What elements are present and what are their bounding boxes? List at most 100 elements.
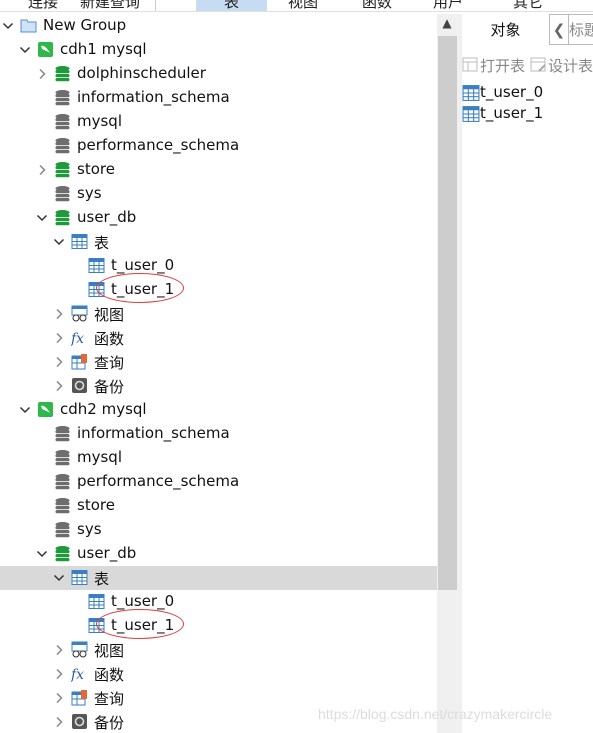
- tree-item[interactable]: 表: [0, 566, 437, 590]
- table-icon: [71, 569, 88, 586]
- tree-item[interactable]: performance_schema: [0, 470, 437, 494]
- table-icon: [71, 233, 88, 250]
- tree-item-label: information_schema: [77, 88, 230, 106]
- scrollbar-thumb[interactable]: [438, 36, 457, 590]
- tree-item-label: store: [77, 496, 115, 514]
- db-green-icon: [54, 65, 71, 82]
- toolbar-divider: [155, 0, 156, 11]
- tree-item[interactable]: 表: [0, 230, 437, 254]
- table-icon: [462, 105, 480, 122]
- chevron-right-icon[interactable]: [53, 308, 65, 320]
- chevron-right-icon[interactable]: [36, 164, 48, 176]
- tree-item[interactable]: sys: [0, 182, 437, 206]
- open-table-icon: [462, 57, 478, 72]
- chevron-right-icon[interactable]: [53, 332, 65, 344]
- tab-objects[interactable]: 对象: [462, 14, 549, 45]
- tree-item[interactable]: fx 函数: [0, 326, 437, 350]
- tree-item-label: 表: [94, 570, 110, 588]
- tree-item-label: 函数: [94, 330, 125, 348]
- db-gray-icon: [54, 113, 71, 130]
- db-green-icon: [54, 545, 71, 562]
- toolbar-other[interactable]: 其它: [513, 0, 543, 11]
- object-list-item[interactable]: t_user_1: [462, 102, 543, 124]
- tab-title[interactable]: 标题: [569, 14, 593, 45]
- chevron-down-icon[interactable]: [36, 212, 48, 224]
- mysql-connection-icon: [37, 41, 54, 58]
- chevron-right-icon[interactable]: [53, 356, 65, 368]
- tree-item[interactable]: store: [0, 494, 437, 518]
- tree-item[interactable]: 查询: [0, 350, 437, 374]
- function-icon: fx: [70, 665, 88, 683]
- tree-item[interactable]: user_db: [0, 542, 437, 566]
- tree-item[interactable]: cdh1 mysql: [0, 38, 437, 62]
- folder-icon: [20, 17, 37, 34]
- toolbar-view[interactable]: 视图: [288, 0, 318, 11]
- toolbar-function[interactable]: 函数: [362, 0, 392, 11]
- tree-item[interactable]: t_user_0: [0, 254, 437, 278]
- tree-item[interactable]: t_user_1: [0, 614, 437, 638]
- toolbar-table[interactable]: 表: [196, 0, 268, 11]
- toolbar-connect[interactable]: 连接: [28, 0, 58, 11]
- chevron-down-icon[interactable]: [2, 20, 14, 32]
- object-name: t_user_0: [480, 83, 544, 101]
- tree-item-label: performance_schema: [77, 136, 240, 154]
- toolbar-new-query[interactable]: 新建查询: [80, 0, 140, 11]
- tree-item[interactable]: cdh2 mysql: [0, 398, 437, 422]
- tree-item[interactable]: New Group: [0, 14, 437, 38]
- tree-item[interactable]: store: [0, 158, 437, 182]
- table-icon: [88, 593, 105, 610]
- open-table-button[interactable]: 打开表: [462, 55, 525, 76]
- chevron-right-icon[interactable]: [53, 644, 65, 656]
- tree-scrollbar[interactable]: ▲: [437, 14, 462, 733]
- tree-item[interactable]: t_user_0: [0, 590, 437, 614]
- tree-item-label: performance_schema: [77, 472, 240, 490]
- object-name: t_user_1: [480, 104, 544, 122]
- tree-item[interactable]: 备份: [0, 374, 437, 398]
- db-gray-icon: [54, 473, 71, 490]
- tree-item-label: 查询: [94, 354, 125, 372]
- tree-item-label: 视图: [94, 306, 125, 324]
- chevron-down-icon[interactable]: [19, 44, 31, 56]
- tree-item-label: 视图: [94, 642, 125, 660]
- tree-item[interactable]: sys: [0, 518, 437, 542]
- tree-item-label: 表: [94, 234, 110, 252]
- watermark: https://blog.csdn.net/crazymakercircle: [318, 706, 553, 722]
- table-icon: [88, 281, 105, 298]
- chevron-down-icon[interactable]: [19, 404, 31, 416]
- chevron-right-icon[interactable]: [53, 380, 65, 392]
- tree-item[interactable]: mysql: [0, 110, 437, 134]
- tree-item-label: sys: [77, 520, 102, 538]
- tree-item[interactable]: user_db: [0, 206, 437, 230]
- db-gray-icon: [54, 89, 71, 106]
- tree-item[interactable]: mysql: [0, 446, 437, 470]
- tree-item-label: sys: [77, 184, 102, 202]
- chevron-down-icon[interactable]: [53, 572, 65, 584]
- db-gray-icon: [54, 449, 71, 466]
- tree-item-label: cdh1 mysql: [60, 40, 147, 58]
- chevron-right-icon[interactable]: [53, 692, 65, 704]
- tree-item[interactable]: 视图: [0, 638, 437, 662]
- chevron-down-icon[interactable]: [53, 236, 65, 248]
- tree-item[interactable]: performance_schema: [0, 134, 437, 158]
- tree-item[interactable]: 视图: [0, 302, 437, 326]
- query-icon: [71, 353, 88, 370]
- tree-item[interactable]: dolphinscheduler: [0, 62, 437, 86]
- tree-item[interactable]: fx 函数: [0, 662, 437, 686]
- tree-item[interactable]: t_user_1: [0, 278, 437, 302]
- table-icon: [462, 84, 480, 101]
- tree-item[interactable]: information_schema: [0, 86, 437, 110]
- db-gray-icon: [54, 497, 71, 514]
- tree-item-label: New Group: [43, 16, 127, 34]
- design-table-button[interactable]: 设计表: [530, 55, 593, 76]
- scroll-up-icon[interactable]: ▲: [437, 14, 457, 32]
- toolbar-user[interactable]: 用户: [433, 0, 463, 11]
- tree-item[interactable]: information_schema: [0, 422, 437, 446]
- chevron-right-icon[interactable]: [53, 668, 65, 680]
- tree-item-label: t_user_1: [111, 616, 175, 634]
- tree-item-label: mysql: [77, 112, 122, 130]
- chevron-down-icon[interactable]: [36, 548, 48, 560]
- chevron-right-icon[interactable]: [53, 716, 65, 728]
- chevron-left-icon[interactable]: ❮: [549, 14, 569, 45]
- chevron-right-icon[interactable]: [36, 68, 48, 80]
- object-list-item[interactable]: t_user_0: [462, 81, 543, 103]
